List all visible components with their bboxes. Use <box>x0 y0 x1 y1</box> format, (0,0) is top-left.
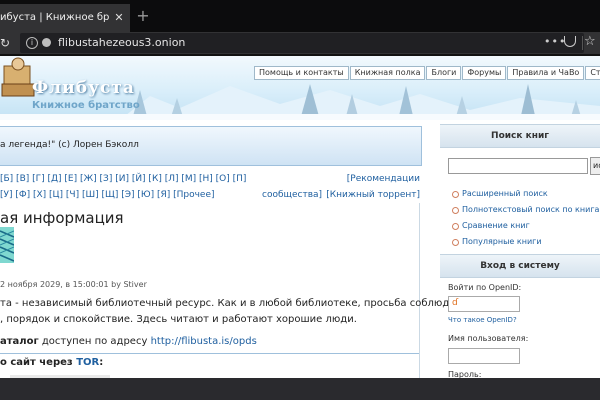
opds-line: аталог доступен по адресу http://flibust… <box>0 336 257 347</box>
top-nav: Помощь и контакты Книжная полка Блоги Форум… <box>254 66 600 80</box>
nav-tab-blogs[interactable]: Блоги <box>426 66 462 80</box>
opds-link[interactable]: http://flibusta.is/opds <box>151 336 257 347</box>
window-bottom-edge <box>0 378 600 400</box>
tor-colon: : <box>99 357 104 368</box>
openid-label: Войти по OpenID: <box>448 283 522 292</box>
nav-tab-more[interactable]: Сту <box>585 66 600 80</box>
book-search-input[interactable] <box>448 158 588 174</box>
openid-input[interactable] <box>448 296 520 312</box>
nav-tab-rules[interactable]: Правила и ЧаВо <box>507 66 585 80</box>
bullet-icon <box>452 223 459 230</box>
url-bar[interactable]: i flibustahezeous3.onion ••• ☆ <box>20 33 596 53</box>
site-name[interactable]: Флибуста <box>32 78 135 98</box>
opds-label: аталог <box>0 336 39 347</box>
news-box: ая информация 2 ноября 2029, в 15:00:01 … <box>0 203 467 378</box>
reload-icon[interactable]: ↻ <box>0 34 12 52</box>
alphabet-row-2[interactable]: [У] [Ф] [Х] [Ц] [Ч] [Ш] [Щ] [Э] [Ю] [Я] … <box>0 190 215 200</box>
browser-toolbar: ↻ i flibustahezeous3.onion ••• ☆ <box>0 32 600 54</box>
communities-link[interactable]: сообщества] <box>262 190 322 200</box>
openid-help-link[interactable]: Что такое OpenID? <box>448 316 517 324</box>
recommendations-link[interactable]: [Рекомендации <box>347 174 420 184</box>
login-block-title: Вход в систему <box>440 254 600 278</box>
nav-tab-forums[interactable]: Форумы <box>462 66 507 80</box>
tor-text: о сайт через <box>0 357 77 368</box>
tab-title: ибуста | Книжное братство <box>0 12 110 23</box>
sidebar: Поиск книг ис Расширенный поиск Полнотек… <box>440 120 600 378</box>
toolbar-divider <box>582 36 583 50</box>
nav-tab-bookshelf[interactable]: Книжная полка <box>349 66 426 80</box>
pocket-icon[interactable] <box>564 36 576 47</box>
bullet-icon <box>452 239 459 246</box>
bullet-icon <box>452 207 459 214</box>
openid-icon: ɗ <box>452 298 459 308</box>
tor-link[interactable]: TOR <box>76 357 99 368</box>
news-divider <box>0 353 419 354</box>
news-date: 2 ноября 2029, в 15:00:01 by Stiver <box>0 280 147 289</box>
browser-tab[interactable]: ибуста | Книжное братство ✕ <box>0 4 130 32</box>
bookmark-star-icon[interactable]: ☆ <box>584 34 596 49</box>
nav-tab-help[interactable]: Помощь и контакты <box>254 66 349 80</box>
username-label: Имя пользователя: <box>448 334 529 343</box>
tab-bar: ибуста | Книжное братство ✕ + <box>0 0 600 32</box>
close-icon[interactable]: ✕ <box>112 11 126 25</box>
url-text[interactable]: flibustahezeous3.onion <box>58 36 185 50</box>
new-tab-icon[interactable]: + <box>135 7 151 25</box>
news-text-line: , порядок и спокойствие. Здесь читают и … <box>0 314 357 325</box>
quote-box: а легенда!" (с) Лорен Бэколл <box>0 126 422 166</box>
info-icon[interactable]: i <box>26 37 38 49</box>
news-image <box>0 227 14 263</box>
quote-text: а легенда!" (с) Лорен Бэколл <box>0 140 139 150</box>
onion-icon <box>42 38 51 47</box>
site-slogan: Книжное братство <box>32 100 140 111</box>
book-torrent-link[interactable]: [Книжный торрент] <box>326 190 420 200</box>
password-label: Пароль: <box>448 370 482 378</box>
bullet-icon <box>452 191 459 198</box>
search-button[interactable]: ис <box>590 157 600 175</box>
tor-line: о сайт через TOR: <box>0 357 103 368</box>
site-header: Флибуста Книжное братство Помощь и конта… <box>0 56 600 120</box>
news-text-line: та - независимый библиотечный ресурс. Ка… <box>0 298 468 309</box>
main-content: а легенда!" (с) Лорен Бэколл [Б] [В] [Г]… <box>0 120 467 378</box>
web-page: Флибуста Книжное братство Помощь и конта… <box>0 56 600 378</box>
opds-text: доступен по адресу <box>38 336 151 347</box>
search-block-title: Поиск книг <box>440 124 600 148</box>
username-input[interactable] <box>448 348 520 364</box>
news-title: ая информация <box>0 209 124 227</box>
logo-reader-icon <box>1 57 35 97</box>
alphabet-row-1[interactable]: [Б] [В] [Г] [Д] [Е] [Ж] [З] [И] [Й] [К] … <box>0 174 246 184</box>
